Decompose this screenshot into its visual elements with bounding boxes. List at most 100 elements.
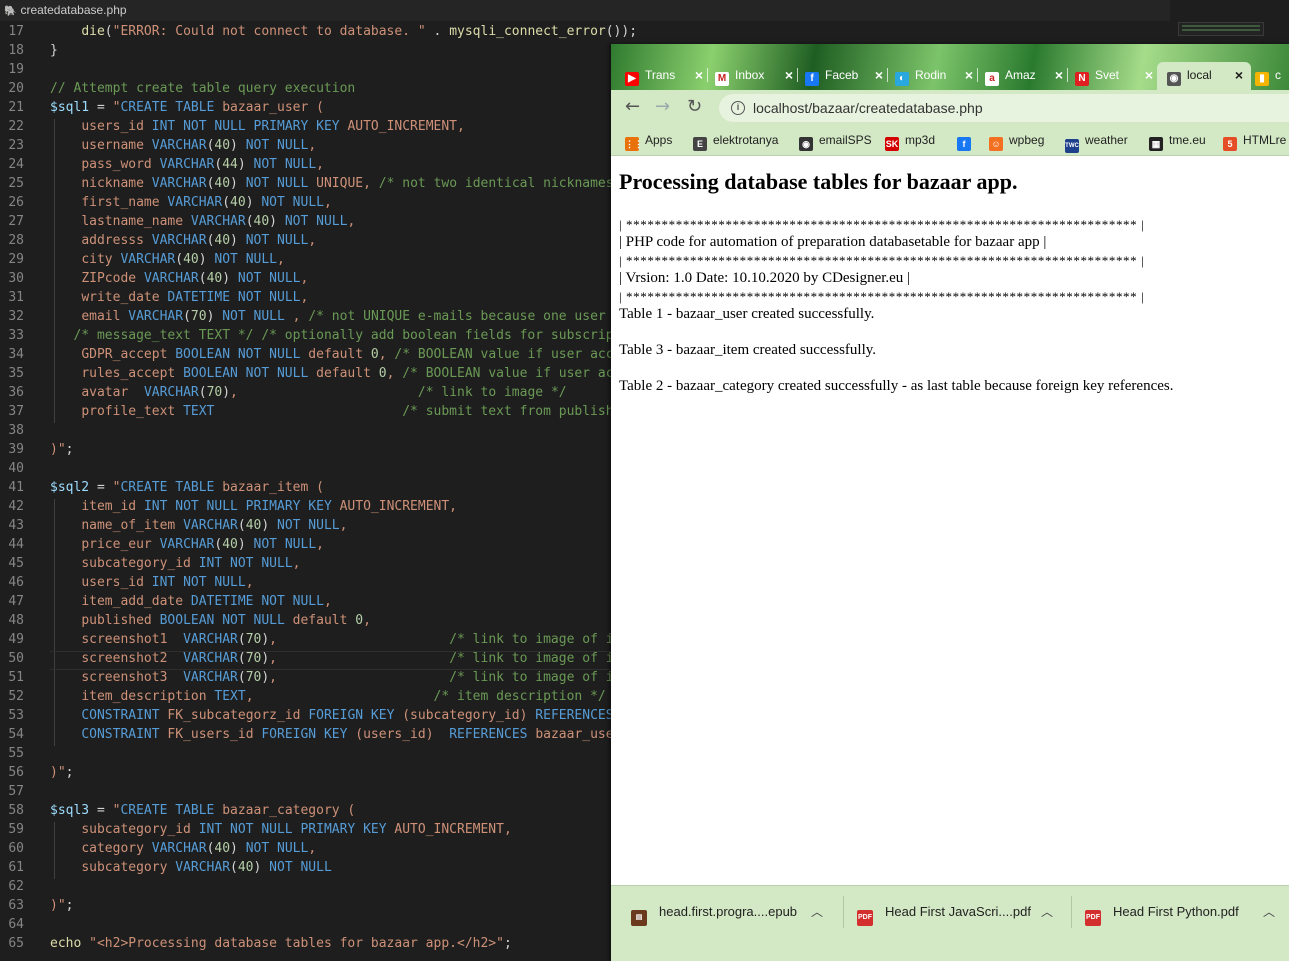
reload-icon[interactable]: ↻ bbox=[687, 96, 702, 118]
bookmark-item[interactable]: ⋮⋮ Apps bbox=[625, 132, 672, 151]
wpbeg-icon: ☺ bbox=[989, 137, 1003, 151]
line-number: 33 bbox=[8, 328, 24, 343]
line-number: 60 bbox=[8, 841, 24, 856]
code-text: email VARCHAR(70) NOT NULL , /* not UNIQ… bbox=[81, 309, 622, 324]
code-text: /* message_text TEXT */ /* optionally ad… bbox=[73, 328, 630, 343]
line-number: 37 bbox=[8, 404, 24, 419]
line-number: 44 bbox=[8, 537, 24, 552]
globe-icon: ◉ bbox=[1167, 72, 1181, 86]
code-text: profile_text TEXT /* submit text from pu… bbox=[81, 404, 630, 419]
download-label: Head First JavaScri....pdf bbox=[885, 904, 1031, 919]
facebook-icon: f bbox=[957, 137, 971, 151]
line-number: 51 bbox=[8, 670, 24, 685]
code-text: avatar VARCHAR(70), /* link to image */ bbox=[81, 385, 567, 400]
code-text: )"; bbox=[50, 765, 74, 780]
close-tab-icon[interactable]: × bbox=[785, 64, 793, 86]
bookmark-item[interactable]: 5 HTMLre bbox=[1223, 132, 1286, 151]
bookmark-label: HTMLre bbox=[1243, 133, 1287, 147]
bookmark-label: mp3d bbox=[905, 133, 936, 147]
code-text: $sql1 = "CREATE TABLE bazaar_user ( bbox=[50, 100, 324, 115]
code-text: nickname VARCHAR(40) NOT NULL UNIQUE, /*… bbox=[81, 176, 614, 191]
bookmark-item[interactable]: ▦ tme.eu bbox=[1149, 132, 1206, 151]
line-number: 17 bbox=[8, 24, 24, 39]
line-number: 26 bbox=[8, 195, 24, 210]
code-text: name_of_item VARCHAR(40) NOT NULL, bbox=[81, 518, 348, 533]
close-tab-icon[interactable]: × bbox=[1055, 64, 1063, 86]
download-item[interactable]: ▤ head.first.progra....epub ︿ bbox=[631, 886, 823, 938]
bookmark-label: tme.eu bbox=[1169, 133, 1206, 147]
code-text: )"; bbox=[50, 442, 74, 457]
chevron-up-icon[interactable]: ︿ bbox=[1263, 886, 1275, 938]
code-text: $sql2 = "CREATE TABLE bazaar_item ( bbox=[50, 480, 324, 495]
bookmark-item[interactable]: ☺ wpbeg bbox=[989, 132, 1044, 151]
chevron-up-icon[interactable]: ︿ bbox=[811, 886, 823, 938]
line-number: 42 bbox=[8, 499, 24, 514]
code-text: rules_accept BOOLEAN NOT NULL default 0,… bbox=[81, 366, 622, 381]
close-tab-icon[interactable]: × bbox=[1145, 64, 1153, 86]
apps-grid-icon: ⋮⋮ bbox=[625, 137, 643, 151]
code-text: ZIPcode VARCHAR(40) NOT NULL, bbox=[81, 271, 309, 286]
editor-tab[interactable]: 🐘 createdatabase.php bbox=[0, 0, 1170, 21]
close-tab-icon[interactable]: × bbox=[695, 64, 703, 86]
minimap[interactable] bbox=[1178, 22, 1264, 36]
tab-separator bbox=[977, 68, 978, 82]
browser-tab[interactable]: a Amaz × bbox=[985, 64, 1063, 90]
close-tab-icon[interactable]: × bbox=[1235, 62, 1243, 88]
bookmark-item[interactable]: f bbox=[957, 132, 977, 151]
banner-stars-line: | **************************************… bbox=[619, 253, 1145, 268]
code-line[interactable]: 17 die("ERROR: Could not connect to data… bbox=[0, 24, 1170, 43]
address-bar[interactable]: i localhost/bazaar/createdatabase.php bbox=[719, 94, 1289, 122]
info-icon[interactable]: i bbox=[731, 101, 745, 115]
close-tab-icon[interactable]: × bbox=[965, 64, 973, 86]
bookmarks-bar: ⋮⋮ Apps Eelektrotanya ◉ emailSPS SK mp3d f ☺ wpbe… bbox=[611, 124, 1289, 156]
bookmark-item[interactable]: SK mp3d bbox=[885, 132, 935, 151]
result-line-1: Table 1 - bazaar_user created successful… bbox=[619, 306, 875, 322]
line-number: 25 bbox=[8, 176, 24, 191]
line-number: 36 bbox=[8, 385, 24, 400]
back-arrow-icon[interactable]: ← bbox=[625, 96, 640, 118]
chevron-up-icon[interactable]: ︿ bbox=[1041, 886, 1053, 938]
bookmark-item[interactable]: Eelektrotanya bbox=[693, 132, 778, 151]
line-number: 38 bbox=[8, 423, 24, 438]
bookmark-item[interactable]: ◉ emailSPS bbox=[799, 132, 872, 151]
download-item[interactable]: PDF Head First JavaScri....pdf ︿ bbox=[857, 886, 1053, 938]
code-text: users_id INT NOT NULL, bbox=[81, 575, 254, 590]
download-separator bbox=[1071, 896, 1072, 928]
line-number: 18 bbox=[8, 43, 24, 58]
pdf-file-icon: PDF bbox=[857, 910, 873, 926]
line-number: 59 bbox=[8, 822, 24, 837]
code-text: city VARCHAR(40) NOT NULL, bbox=[81, 252, 285, 267]
browser-tab[interactable]: M Inbox × bbox=[715, 64, 793, 90]
browser-tab[interactable]: ◉ local × bbox=[1157, 62, 1251, 90]
line-number: 39 bbox=[8, 442, 24, 457]
line-number: 52 bbox=[8, 689, 24, 704]
close-tab-icon[interactable]: × bbox=[875, 64, 883, 86]
browser-tab[interactable]: ▮ c bbox=[1255, 64, 1289, 90]
line-number: 64 bbox=[8, 917, 24, 932]
browser-tab[interactable]: ▶ Trans × bbox=[625, 64, 703, 90]
line-number: 35 bbox=[8, 366, 24, 381]
code-text: write_date DATETIME NOT NULL, bbox=[81, 290, 309, 305]
globe-icon: ◉ bbox=[799, 137, 813, 151]
gmail-icon: M bbox=[715, 72, 729, 86]
download-item[interactable]: PDF Head First Python.pdf ︿ bbox=[1085, 886, 1275, 938]
line-number: 65 bbox=[8, 936, 24, 951]
html5-icon: 5 bbox=[1223, 137, 1237, 151]
line-number: 54 bbox=[8, 727, 24, 742]
bookmark-label: weather bbox=[1085, 133, 1128, 147]
browser-tab[interactable]: ◐ Rodin × bbox=[895, 64, 973, 90]
browser-tab[interactable]: N Svet × bbox=[1075, 64, 1153, 90]
bookmark-label: elektrotanya bbox=[713, 133, 779, 147]
browser-tab[interactable]: f Faceb × bbox=[805, 64, 883, 90]
forward-arrow-icon[interactable]: → bbox=[655, 96, 670, 118]
tab-separator bbox=[1067, 68, 1068, 82]
browser-tab-strip: ▶ Trans × M Inbox × f Faceb × ◐ Rodin × a Amaz × N Svet ×… bbox=[611, 44, 1289, 90]
line-number: 40 bbox=[8, 461, 24, 476]
bookmark-item[interactable]: TWC weather bbox=[1065, 132, 1128, 153]
line-number: 48 bbox=[8, 613, 24, 628]
line-number: 29 bbox=[8, 252, 24, 267]
chart-icon: ▮ bbox=[1255, 72, 1269, 86]
code-text: subcategory_id INT NOT NULL, bbox=[81, 556, 301, 571]
code-text: // Attempt create table query execution bbox=[50, 81, 356, 96]
code-text: CONSTRAINT FK_users_id FOREIGN KEY (user… bbox=[81, 727, 622, 742]
